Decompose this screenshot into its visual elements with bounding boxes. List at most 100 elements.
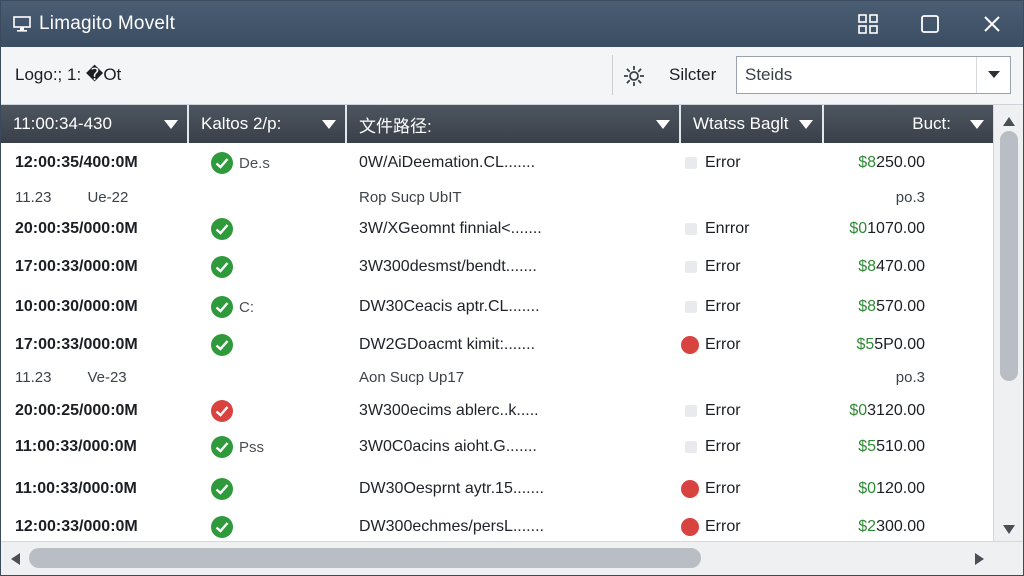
bag-text: Error xyxy=(705,336,741,353)
table-row[interactable]: 12:00:35/400:0M De.s 0W/AiDeemation.CL....… xyxy=(1,143,993,183)
sub-po-text: po.3 xyxy=(895,368,925,386)
path-text: DW2GDoacmt kimit:....... xyxy=(359,336,536,353)
cell-bag: Error xyxy=(681,507,824,541)
chevron-down-icon[interactable] xyxy=(976,57,1010,93)
vertical-scroll-thumb[interactable] xyxy=(1000,131,1018,381)
bag-text: Error xyxy=(705,438,741,455)
bag-square-icon xyxy=(685,261,697,273)
column-header-time[interactable]: 11:00:34-430 xyxy=(1,105,189,143)
bag-text: Enrror xyxy=(705,220,750,237)
snap-layout-button[interactable] xyxy=(837,1,899,47)
table-row[interactable]: 17:00:33/000:0M 3W300desmst/bendt....... E… xyxy=(1,247,993,287)
column-header-bag[interactable]: Wtatss Baglt xyxy=(681,105,824,143)
cell-path: 3W0C0acins aioht.G....... xyxy=(347,427,681,467)
scroll-left-icon[interactable] xyxy=(3,542,27,575)
cell-status xyxy=(189,469,347,509)
cell-bag: Error xyxy=(681,143,824,183)
cell-sub-empty xyxy=(681,363,824,391)
table-row[interactable]: 17:00:33/000:0M DW2GDoacmt kimit:....... E… xyxy=(1,325,993,365)
cell-status xyxy=(189,209,347,249)
amount-value: 3120.00 xyxy=(867,402,925,419)
error-dot-icon xyxy=(681,480,699,498)
bag-square-icon xyxy=(685,405,697,417)
time-text: 20:00:35/000:0M xyxy=(15,220,138,237)
table-header: 11:00:34-430 Kaltos 2/p: 文件路径: Wtatss Ba… xyxy=(1,105,993,143)
sub-code-text: Ve-23 xyxy=(87,368,127,386)
cell-sub-note: Rop Sucp UbIT xyxy=(347,183,681,211)
cell-path: 3W/XGeomnt finnial<....... xyxy=(347,209,681,249)
sort-down-icon[interactable] xyxy=(790,119,822,129)
cell-bag: Enrror xyxy=(681,209,824,249)
amount-text: $03120.00 xyxy=(849,402,925,420)
cell-bag: Error xyxy=(681,247,824,287)
cell-status xyxy=(189,247,347,287)
sort-down-icon[interactable] xyxy=(647,119,679,129)
table-row[interactable]: 20:00:35/000:0M 3W/XGeomnt finnial<......… xyxy=(1,209,993,249)
close-button[interactable] xyxy=(961,1,1023,47)
table-row[interactable]: 12:00:33/000:0M DW300echmes/persL....... E… xyxy=(1,507,993,541)
horizontal-scrollbar[interactable] xyxy=(1,541,1023,575)
sort-down-icon[interactable] xyxy=(155,119,187,129)
sort-down-icon[interactable] xyxy=(961,119,993,129)
sort-down-icon[interactable] xyxy=(313,119,345,129)
amount-text: $8250.00 xyxy=(858,154,925,172)
path-text: 3W300desmst/bendt....... xyxy=(359,258,537,275)
filter-label: Silcter xyxy=(669,65,717,84)
table-subrow[interactable]: 11.23 Ve-23 Aon Sucp Up17 po.3 xyxy=(1,363,993,391)
amount-currency: $5 xyxy=(856,336,875,353)
table-row[interactable]: 10:00:30/000:0M C: DW30Ceacis aptr.CL.....… xyxy=(1,287,993,327)
amount-currency: $0 xyxy=(858,480,877,497)
cell-amount: $03120.00 xyxy=(824,391,993,431)
table-subrow[interactable]: 11.23 Ue-22 Rop Sucp UbIT po.3 xyxy=(1,183,993,211)
scroll-right-icon[interactable] xyxy=(967,542,991,575)
check-circle-icon xyxy=(211,296,233,318)
window-controls xyxy=(837,1,1023,47)
bag-text: Error xyxy=(705,298,741,315)
time-text: 17:00:33/000:0M xyxy=(15,336,138,353)
close-icon xyxy=(984,16,1000,32)
gear-filter-icon[interactable] xyxy=(622,64,646,88)
check-circle-icon xyxy=(211,478,233,500)
cell-amount: $2300.00 xyxy=(824,507,993,541)
check-circle-icon xyxy=(211,152,233,174)
cell-amount: $55P0.00 xyxy=(824,325,993,365)
cell-amount: $8570.00 xyxy=(824,287,993,327)
check-circle-icon xyxy=(211,334,233,356)
cell-sub-empty xyxy=(681,183,824,211)
column-header-amount[interactable]: Buct: xyxy=(824,105,993,143)
time-text: 17:00:33/000:0M xyxy=(15,258,138,275)
amount-value: 250.00 xyxy=(876,154,925,171)
column-header-status[interactable]: Kaltos 2/p: xyxy=(189,105,347,143)
vertical-scrollbar[interactable] xyxy=(993,105,1023,541)
column-header-path[interactable]: 文件路径: xyxy=(347,105,681,143)
cell-path: DW30Oesprnt aytr.15....... xyxy=(347,469,681,509)
amount-value: 5P0.00 xyxy=(874,336,925,353)
amount-value: 470.00 xyxy=(876,258,925,275)
check-circle-icon xyxy=(211,218,233,240)
table-row[interactable]: 20:00:25/000:0M 3W300ecims ablerc..k.....… xyxy=(1,391,993,431)
cell-bag: Error xyxy=(681,287,824,327)
maximize-icon xyxy=(921,15,939,33)
filter-select[interactable]: Steids xyxy=(736,56,1011,94)
cell-path: 3W300desmst/bendt....... xyxy=(347,247,681,287)
scroll-down-icon[interactable] xyxy=(994,517,1023,541)
time-text: 11:00:33/000:0M xyxy=(15,480,137,497)
check-circle-icon xyxy=(211,516,233,538)
cell-bag: Error xyxy=(681,427,824,467)
cell-path: 3W300ecims ablerc..k..... xyxy=(347,391,681,431)
amount-value: 570.00 xyxy=(876,298,925,315)
table-row[interactable]: 11:00:33/000:0M DW30Oesprnt aytr.15......… xyxy=(1,469,993,509)
scroll-up-icon[interactable] xyxy=(994,109,1023,133)
cell-amount: $5510.00 xyxy=(824,427,993,467)
table-row[interactable]: 11:00:33/000:0M Pss 3W0C0acins aioht.G....… xyxy=(1,427,993,467)
cell-path: 0W/AiDeemation.CL....... xyxy=(347,143,681,183)
horizontal-scroll-thumb[interactable] xyxy=(29,548,701,568)
cell-amount: $8250.00 xyxy=(824,143,993,183)
amount-text: $01070.00 xyxy=(849,220,925,238)
snap-layout-icon xyxy=(858,14,878,34)
maximize-button[interactable] xyxy=(899,1,961,47)
check-circle-icon xyxy=(211,436,233,458)
amount-value: 510.00 xyxy=(876,438,925,455)
cell-bag: Error xyxy=(681,391,824,431)
title-bar[interactable]: Limagito Movelt xyxy=(1,1,1023,47)
